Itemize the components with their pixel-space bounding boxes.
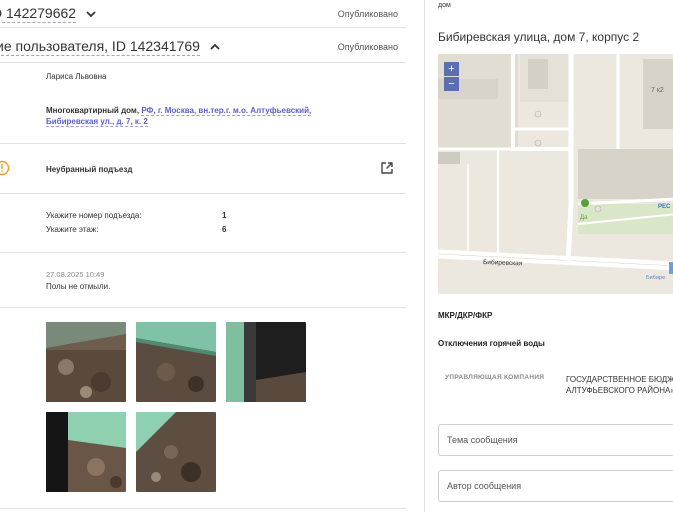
- zoom-in-button[interactable]: +: [444, 62, 459, 76]
- subject-input[interactable]: [439, 425, 673, 455]
- house-panel: дом Бибиревская улица, дом 7, корпус 2 7…: [425, 0, 673, 512]
- photo-thumbnail[interactable]: [226, 322, 306, 402]
- floor-value: 6: [222, 225, 227, 234]
- author-input[interactable]: [439, 471, 673, 501]
- address-link-2[interactable]: Бибиревская ул., д. 7, к. 2: [46, 117, 148, 127]
- map-street-label: Бибиревская: [483, 258, 523, 267]
- management-company-line1: ГОСУДАРСТВЕННОЕ БЮДЖ: [566, 375, 673, 384]
- management-company-line2: АЛТУФЬЕВСКОГО РАЙОНА»: [566, 386, 673, 395]
- subject-field[interactable]: [438, 424, 673, 456]
- house-type-label: дом: [438, 2, 451, 9]
- map-house-label: 7 к2: [651, 87, 664, 94]
- photo-thumbnail[interactable]: [46, 322, 126, 402]
- management-company-caption: УПРАВЛЯЮЩАЯ КОМПАНИЯ: [445, 374, 545, 381]
- author-field[interactable]: [438, 470, 673, 502]
- appeal-panel: D 142279662 Опубликовано ие пользователя…: [0, 0, 406, 512]
- appeal-header-2[interactable]: ие пользователя, ID 142341769 Опубликова…: [0, 38, 402, 56]
- mkd-label: МКР/ДКР/ФКР: [438, 311, 493, 320]
- warning-icon: [0, 160, 10, 176]
- house-address-title: Бибиревская улица, дом 7, корпус 2: [438, 30, 640, 44]
- comment-timestamp: 27.08.2025 10:49: [46, 270, 105, 279]
- user-message-title[interactable]: ие пользователя, ID 142341769: [0, 38, 200, 56]
- chevron-down-icon[interactable]: [84, 7, 98, 21]
- map[interactable]: 7 к2 Бибиревская Да РЕС Бибире + −: [438, 54, 673, 294]
- photo-thumbnail[interactable]: [136, 322, 216, 402]
- address-block: Многоквартирный дом, РФ, г. Москва, вн.т…: [46, 105, 316, 127]
- photo-thumbnail[interactable]: [136, 412, 216, 492]
- map-canvas[interactable]: 7 к2 Бибиревская Да РЕС Бибире: [438, 54, 673, 294]
- status-badge: Опубликовано: [337, 9, 398, 19]
- map-street-label-2: Бибире: [646, 275, 665, 281]
- address-link[interactable]: РФ, г. Москва, вн.тер.г. м.о. Алтуфьевск…: [141, 106, 312, 116]
- appeal-header-1[interactable]: D 142279662 Опубликовано: [0, 5, 398, 23]
- entrance-label: Укажите номер подъезда:: [46, 211, 142, 220]
- chevron-up-icon[interactable]: [208, 40, 222, 54]
- management-company-name: ГОСУДАРСТВЕННОЕ БЮДЖ АЛТУФЬЕВСКОГО РАЙОН…: [566, 374, 673, 396]
- entrance-value: 1: [222, 211, 227, 220]
- appeal-id-title[interactable]: D 142279662: [0, 5, 77, 23]
- hot-water-label: Отключения горячей воды: [438, 339, 545, 348]
- divider: [0, 193, 406, 194]
- map-shop-label: Да: [580, 215, 588, 221]
- category-label: Неубранный подъезд: [46, 165, 133, 174]
- divider: [0, 143, 406, 144]
- divider: [0, 307, 406, 308]
- divider: [0, 27, 406, 28]
- divider: [0, 252, 406, 253]
- building-type: Многоквартирный дом,: [46, 106, 140, 115]
- photo-thumbnail[interactable]: [46, 412, 126, 492]
- external-link-icon[interactable]: [380, 161, 394, 175]
- author-name: Лариса Львовна: [46, 72, 107, 81]
- divider: [0, 62, 406, 63]
- divider: [0, 508, 406, 509]
- map-res-label: РЕС: [658, 204, 671, 210]
- zoom-out-button[interactable]: −: [444, 77, 459, 91]
- comment-text: Полы не отмыли.: [46, 282, 111, 291]
- floor-label: Укажите этаж:: [46, 225, 99, 234]
- status-badge: Опубликовано: [337, 42, 398, 52]
